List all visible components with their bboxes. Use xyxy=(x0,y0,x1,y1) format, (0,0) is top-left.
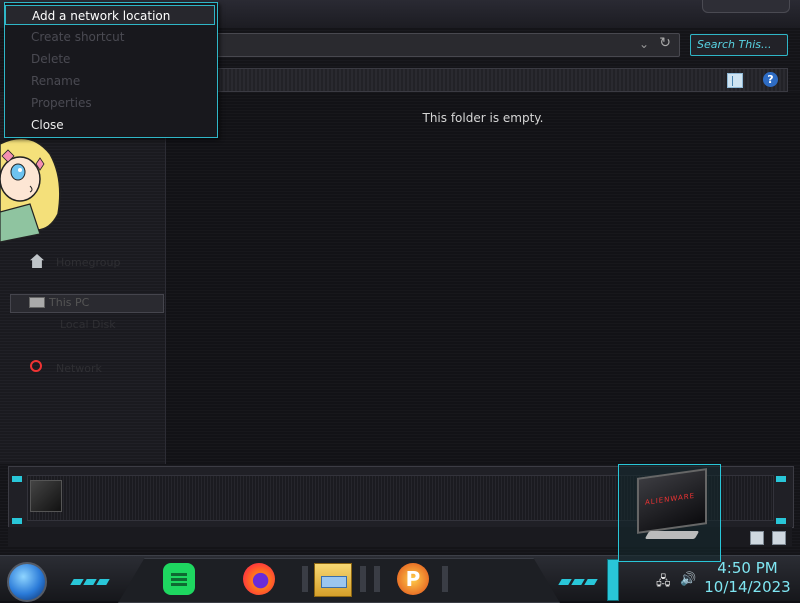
decor-mark xyxy=(776,476,786,482)
empty-folder-message: This folder is empty. xyxy=(422,111,544,125)
preview-pane-icon[interactable] xyxy=(727,73,743,88)
computer-icon xyxy=(29,297,45,308)
menu-item-properties[interactable]: Properties xyxy=(5,93,215,113)
details-view-icon[interactable] xyxy=(750,531,764,545)
decor-mark xyxy=(12,518,22,524)
nav-item-label: This PC xyxy=(49,296,90,309)
title-tab[interactable] xyxy=(702,0,790,13)
taskbar-preview-thumbnail[interactable]: ALIENWARE xyxy=(618,464,721,562)
context-menu: Add a network location Create shortcut D… xyxy=(4,2,218,138)
dock-divider xyxy=(360,566,366,592)
dock-divider xyxy=(302,566,308,592)
menu-item-create-shortcut[interactable]: Create shortcut xyxy=(5,27,215,47)
chevron-down-icon[interactable]: ⌄ xyxy=(639,37,649,51)
dock-divider xyxy=(442,566,448,592)
nav-item-label: Local Disk xyxy=(60,318,116,331)
search-input[interactable]: Search This... xyxy=(690,34,788,56)
folder-thumbnail xyxy=(30,480,62,512)
menu-item-close[interactable]: Close xyxy=(5,115,215,135)
firefox-icon[interactable] xyxy=(243,563,275,595)
volume-icon[interactable]: 🔊 xyxy=(680,572,696,587)
file-list-area[interactable]: This folder is empty. xyxy=(166,92,800,464)
menu-item-add-network-location[interactable]: Add a network location xyxy=(5,5,215,25)
network-tray-icon[interactable]: 🖧 xyxy=(656,572,671,594)
nav-item-this-pc[interactable]: This PC xyxy=(10,294,164,313)
nav-item-network[interactable]: Network xyxy=(30,360,102,375)
start-button[interactable] xyxy=(7,562,47,602)
decor-mark xyxy=(776,518,786,524)
help-icon[interactable]: ? xyxy=(763,72,778,87)
decor-chevrons xyxy=(558,570,600,585)
cartoon-character-avatar xyxy=(0,137,61,243)
large-icons-view-icon[interactable] xyxy=(772,531,786,545)
menu-item-rename[interactable]: Rename xyxy=(5,71,215,91)
nav-item-local-disk[interactable]: Local Disk xyxy=(60,318,116,331)
homegroup-icon xyxy=(30,254,44,268)
monitor-stand xyxy=(644,531,700,539)
decor-mark xyxy=(12,476,22,482)
search-placeholder: Search This... xyxy=(697,38,772,51)
nav-item-label: Homegroup xyxy=(56,256,121,269)
network-icon xyxy=(30,360,42,372)
address-bar[interactable]: ⌄ ↻ xyxy=(166,33,680,57)
command-bar: ? xyxy=(166,68,788,92)
nav-item-label: Network xyxy=(56,362,102,375)
clock-date[interactable]: 10/14/2023 xyxy=(700,578,795,596)
dock-divider xyxy=(374,566,380,592)
monitor-brand-label: ALIENWARE xyxy=(645,491,696,507)
menu-item-delete[interactable]: Delete xyxy=(5,49,215,69)
show-desktop-button[interactable] xyxy=(607,559,619,601)
decor-chevrons xyxy=(70,570,112,585)
refresh-icon[interactable]: ↻ xyxy=(659,35,671,51)
spotify-icon[interactable] xyxy=(163,563,195,595)
folder-icon[interactable] xyxy=(314,563,352,597)
nav-item-homegroup[interactable]: Homegroup xyxy=(30,254,121,269)
monitor-icon: ALIENWARE xyxy=(637,468,707,534)
p-app-icon[interactable]: P xyxy=(397,563,429,595)
